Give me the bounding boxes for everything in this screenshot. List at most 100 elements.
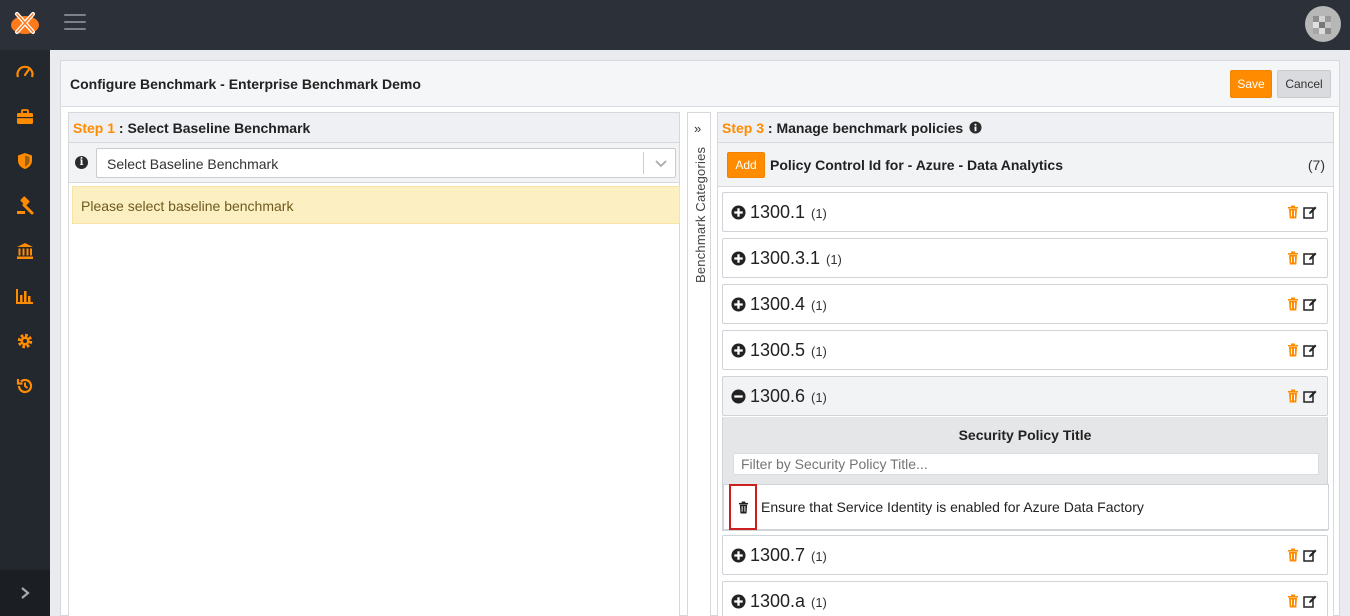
edit-icon[interactable] xyxy=(1303,297,1317,311)
policy-row[interactable]: 1300.7 (1) xyxy=(722,535,1328,575)
policy-id: 1300.7 xyxy=(750,545,806,565)
delete-policy-button[interactable] xyxy=(729,484,757,530)
policy-actions xyxy=(1286,594,1320,610)
sidebar-item-reports[interactable] xyxy=(12,283,38,309)
expand-plus-icon[interactable] xyxy=(731,594,746,609)
policy-item-count: (1) xyxy=(811,390,827,405)
policy-count: (7) xyxy=(1307,157,1325,173)
step3-header: Step 3 : Manage benchmark policies xyxy=(718,113,1333,143)
delete-icon[interactable] xyxy=(1286,343,1300,357)
speedometer-icon xyxy=(16,65,34,78)
logo-icon xyxy=(11,12,39,34)
step1-header: Step 1 : Select Baseline Benchmark xyxy=(69,113,679,143)
expand-plus-icon[interactable] xyxy=(731,297,746,312)
edit-icon[interactable] xyxy=(1303,594,1317,608)
top-bar xyxy=(0,0,1350,50)
sidebar-item-portfolio[interactable] xyxy=(12,104,38,130)
edit-icon[interactable] xyxy=(1303,343,1317,357)
main-content: Configure Benchmark - Enterprise Benchma… xyxy=(60,60,1340,616)
expand-plus-icon[interactable] xyxy=(731,251,746,266)
policy-actions xyxy=(1286,205,1320,221)
sidebar-item-settings[interactable] xyxy=(12,328,38,354)
policy-row[interactable]: 1300.5 (1) xyxy=(722,330,1328,370)
policy-id: 1300.a xyxy=(750,591,806,611)
policy-id: 1300.5 xyxy=(750,340,806,360)
policy-row[interactable]: 1300.4 (1) xyxy=(722,284,1328,324)
double-chevron-icon: » xyxy=(694,121,702,136)
delete-icon[interactable] xyxy=(1286,548,1300,562)
step1-title: : Select Baseline Benchmark xyxy=(115,120,311,136)
page-title: Configure Benchmark - Enterprise Benchma… xyxy=(70,76,421,92)
step3-title: : Manage benchmark policies xyxy=(764,120,964,136)
expand-plus-icon[interactable] xyxy=(731,548,746,563)
add-policy-button[interactable]: Add xyxy=(727,152,765,178)
policy-actions xyxy=(1286,548,1320,564)
avatar[interactable] xyxy=(1305,6,1341,42)
cancel-button[interactable]: Cancel xyxy=(1277,70,1331,98)
chevron-down-icon xyxy=(655,160,667,168)
edit-icon[interactable] xyxy=(1303,548,1317,562)
edit-icon[interactable] xyxy=(1303,251,1317,265)
policy-id: 1300.4 xyxy=(750,294,806,314)
policy-item-count: (1) xyxy=(811,344,827,359)
policy-id: 1300.6 xyxy=(750,386,806,406)
step1-label: Step 1 xyxy=(73,120,116,136)
step1-panel: Step 1 : Select Baseline Benchmark i Sel… xyxy=(68,112,680,616)
baseline-select-value: Select Baseline Benchmark xyxy=(107,156,279,172)
delete-icon[interactable] xyxy=(1286,594,1300,608)
policy-item-count: (1) xyxy=(811,206,827,221)
expand-plus-icon[interactable] xyxy=(731,343,746,358)
step3-label: Step 3 xyxy=(722,120,765,136)
delete-icon[interactable] xyxy=(1286,251,1300,265)
benchmark-categories-toggle[interactable]: » Benchmark Categories xyxy=(687,112,711,616)
collapse-minus-icon[interactable] xyxy=(731,389,746,404)
policy-item-count: (1) xyxy=(826,252,842,267)
delete-icon[interactable] xyxy=(1286,297,1300,311)
baseline-benchmark-select[interactable]: Select Baseline Benchmark xyxy=(96,148,676,178)
sidebar-item-security[interactable] xyxy=(12,148,38,174)
history-icon xyxy=(16,378,33,394)
bank-icon xyxy=(17,243,33,259)
policy-item-count: (1) xyxy=(811,298,827,313)
delete-icon[interactable] xyxy=(1286,389,1300,403)
expand-plus-icon[interactable] xyxy=(731,205,746,220)
sidebar-item-institution[interactable] xyxy=(12,238,38,264)
policy-row[interactable]: 1300.6 (1) xyxy=(722,376,1328,416)
edit-icon[interactable] xyxy=(1303,389,1317,403)
edit-icon[interactable] xyxy=(1303,205,1317,219)
policy-row[interactable]: 1300.a (1) xyxy=(722,581,1328,616)
baseline-select-row: i Select Baseline Benchmark xyxy=(69,143,679,183)
policy-row[interactable]: 1300.1 (1) xyxy=(722,192,1328,232)
policy-actions xyxy=(1286,251,1320,267)
sidebar-item-history[interactable] xyxy=(12,373,38,399)
info-icon[interactable]: i xyxy=(75,156,88,169)
policy-expanded-body: Security Policy Title Ensure that Servic… xyxy=(722,417,1329,531)
info-circle-icon[interactable] xyxy=(969,121,982,134)
policy-item-count: (1) xyxy=(811,595,827,610)
menu-toggle-icon[interactable] xyxy=(64,14,86,32)
policy-row[interactable]: 1300.3.1 (1) xyxy=(722,238,1328,278)
security-policy-filter-input[interactable] xyxy=(733,453,1319,475)
policy-item-count: (1) xyxy=(811,549,827,564)
briefcase-icon xyxy=(17,109,33,124)
policy-actions xyxy=(1286,297,1320,313)
app-logo[interactable] xyxy=(8,8,42,38)
sidebar-item-dashboard[interactable] xyxy=(12,60,38,86)
bar-chart-icon xyxy=(16,289,33,304)
gear-icon xyxy=(17,333,33,349)
policy-id: 1300.1 xyxy=(750,202,806,222)
sidebar xyxy=(0,50,50,616)
delete-icon[interactable] xyxy=(1286,205,1300,219)
benchmark-categories-label: Benchmark Categories xyxy=(693,146,708,283)
security-policy-title-header: Security Policy Title xyxy=(958,427,1092,443)
policy-header-row: Add Policy Control Id for - Azure - Data… xyxy=(718,143,1333,187)
sidebar-expand-button[interactable] xyxy=(0,570,50,616)
sidebar-item-rules[interactable] xyxy=(12,193,38,219)
security-policy-title: Ensure that Service Identity is enabled … xyxy=(761,499,1144,515)
select-divider xyxy=(643,152,644,174)
baseline-alert: Please select baseline benchmark xyxy=(72,186,680,224)
save-button[interactable]: Save xyxy=(1230,70,1272,98)
security-policy-row: Ensure that Service Identity is enabled … xyxy=(723,484,1329,530)
policy-header-title: Policy Control Id for - Azure - Data Ana… xyxy=(770,157,1064,173)
policy-actions xyxy=(1286,389,1320,405)
